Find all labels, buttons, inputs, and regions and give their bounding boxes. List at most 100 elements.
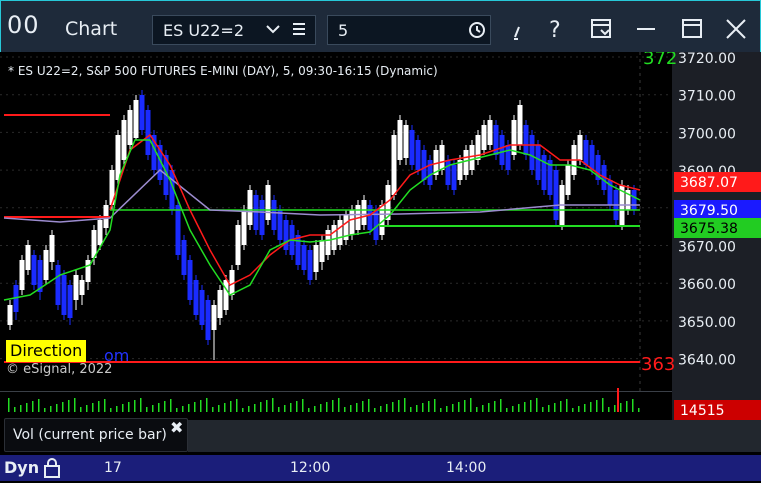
symbol-input[interactable]: ES U22=2 (163, 21, 244, 40)
candle-body (49, 235, 55, 262)
interval-selector[interactable]: 5 (327, 15, 491, 45)
candle-body (187, 260, 193, 300)
volume-bar (278, 407, 280, 412)
volume-bar (254, 404, 256, 412)
volume-badge-text: 14515 (680, 403, 725, 419)
volume-bar (38, 399, 40, 412)
volume-bar (578, 406, 580, 412)
candle-body (127, 110, 133, 145)
candle-body (25, 245, 31, 270)
volume-bar (620, 403, 622, 412)
volume-bar (416, 405, 418, 412)
layout-icon[interactable] (589, 15, 615, 43)
volume-bar (260, 402, 262, 412)
volume-bar (572, 408, 574, 412)
time-axis[interactable]: Dyn 17 12:00 14:00 (0, 455, 761, 481)
mid-price-badge-text: 3679.50 (680, 203, 738, 219)
candle-body (463, 150, 469, 175)
volume-bar (368, 399, 370, 412)
volume-pane-bg (0, 392, 672, 420)
volume-bar (536, 398, 538, 412)
volume-bar (386, 404, 388, 412)
volume-bar (242, 408, 244, 412)
volume-bar (86, 405, 88, 412)
time-label-1400: 14:00 (446, 460, 487, 476)
volume-bar (626, 401, 628, 412)
candle-body (517, 105, 523, 145)
dynamic-mode[interactable]: Dyn (4, 458, 39, 477)
candle-body (175, 205, 181, 255)
candle-body (451, 165, 457, 190)
candle-body (283, 220, 289, 250)
volume-bar (134, 400, 136, 412)
candle-body (331, 225, 337, 250)
volume-bar (122, 404, 124, 412)
volume-bar (380, 406, 382, 412)
volume-bar (530, 400, 532, 412)
lock-icon[interactable] (42, 457, 62, 483)
candle-body (499, 135, 505, 165)
volume-bar (152, 405, 154, 412)
candle-body (541, 155, 547, 190)
candle-body (553, 170, 559, 220)
volume-bar (614, 405, 616, 412)
candle-body (43, 250, 49, 280)
candle-body (223, 280, 229, 310)
candle-body (73, 275, 79, 300)
svg-text:?: ? (549, 18, 561, 43)
candle-body (505, 145, 511, 170)
volume-bar (296, 401, 298, 412)
help-icon[interactable]: ? (543, 15, 569, 43)
candle-body (565, 165, 571, 195)
volume-bar (602, 398, 604, 412)
volume-bar (350, 405, 352, 412)
candle-body (481, 125, 487, 150)
volume-bar (524, 402, 526, 412)
volume-bar (50, 406, 52, 412)
candle-body (295, 235, 301, 265)
candle-body (61, 275, 67, 315)
candle-body (409, 130, 415, 165)
volume-bar (68, 400, 70, 412)
candle-body (403, 125, 409, 158)
volume-tooltip: Vol (current price bar) (4, 418, 188, 452)
volume-bar (266, 400, 268, 412)
candle-body (79, 280, 85, 295)
volume-bar (26, 403, 28, 412)
volume-bar (182, 406, 184, 412)
candle-body (217, 290, 223, 318)
close-volume-icon[interactable]: ✖ (170, 418, 183, 437)
minimize-icon[interactable] (633, 15, 659, 43)
clock-icon[interactable] (468, 21, 486, 43)
volume-bar (56, 404, 58, 412)
volume-bar (542, 407, 544, 412)
close-icon[interactable] (723, 15, 749, 43)
volume-bar (116, 406, 118, 412)
candle-body (259, 200, 265, 235)
volume-bar (62, 402, 64, 412)
volume-bar (236, 399, 238, 412)
volume-bar (464, 400, 466, 412)
window-title: Chart (65, 18, 118, 40)
symbol-selector[interactable]: ES U22=2 (152, 15, 316, 45)
volume-bar (74, 398, 76, 412)
price-tick: 3650.00 (678, 315, 736, 331)
candle-body (31, 255, 37, 285)
volume-bar (230, 401, 232, 412)
candle-body (367, 205, 373, 230)
volume-bar (596, 400, 598, 412)
volume-bar (200, 400, 202, 412)
candle-body (391, 135, 397, 195)
price-chart[interactable]: 3720.003710.003700.003690.003680.003670.… (0, 52, 761, 452)
interval-input[interactable]: 5 (338, 21, 348, 40)
draw-icon[interactable] (509, 15, 535, 43)
volume-bar (98, 401, 100, 412)
chevron-down-icon[interactable] (265, 20, 281, 42)
maximize-icon[interactable] (679, 15, 705, 43)
volume-bar (560, 401, 562, 412)
volume-bar (362, 401, 364, 412)
direction-label[interactable]: Direction (6, 340, 87, 362)
app-icon[interactable]: 00 (7, 11, 40, 39)
list-icon[interactable] (291, 20, 307, 38)
candle-body (487, 120, 493, 145)
